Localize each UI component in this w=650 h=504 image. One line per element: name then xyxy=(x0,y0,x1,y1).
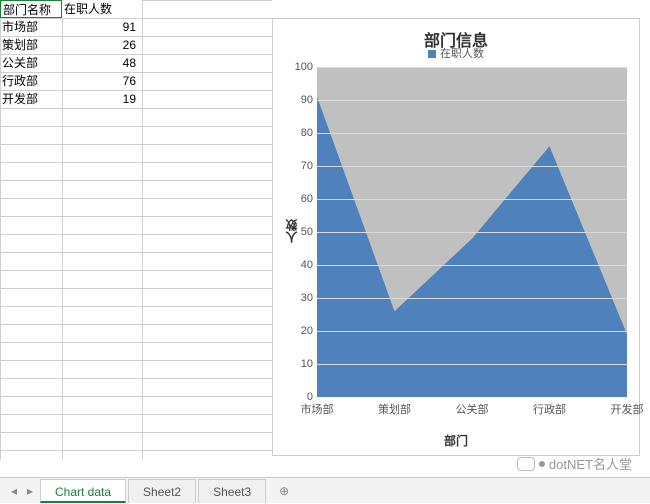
table-row[interactable]: 策划部26 xyxy=(0,36,142,54)
table-row[interactable]: 行政部76 xyxy=(0,72,142,90)
y-tick: 100 xyxy=(289,61,317,73)
table-row[interactable]: 开发部19 xyxy=(0,90,142,108)
x-tick: 开发部 xyxy=(611,401,644,417)
y-tick: 30 xyxy=(289,292,317,304)
x-tick: 公关部 xyxy=(456,401,489,417)
header-count[interactable]: 在职人数 xyxy=(62,0,142,18)
table-row[interactable]: 市场部91 xyxy=(0,18,142,36)
y-tick: 40 xyxy=(289,259,317,271)
cell-count[interactable]: 76 xyxy=(62,72,142,90)
y-tick: 90 xyxy=(289,94,317,106)
chart[interactable]: 部门信息 在职人数 人数 0102030405060708090100市场部策划… xyxy=(272,18,640,456)
y-tick: 50 xyxy=(289,226,317,238)
cell-count[interactable]: 19 xyxy=(62,90,142,108)
legend-swatch xyxy=(428,50,436,58)
cell-count[interactable]: 26 xyxy=(62,36,142,54)
data-cells: 部门名称 在职人数 市场部91策划部26公关部48行政部76开发部19 xyxy=(0,0,142,108)
chart-legend: 在职人数 xyxy=(273,45,639,67)
cell-count[interactable]: 91 xyxy=(62,18,142,36)
cell-dept[interactable]: 行政部 xyxy=(0,72,62,90)
plot-area: 0102030405060708090100市场部策划部公关部行政部开发部 xyxy=(317,67,627,397)
sheet-tab[interactable]: Chart data xyxy=(40,479,126,503)
x-tick: 行政部 xyxy=(533,401,566,417)
y-tick: 10 xyxy=(289,358,317,370)
x-tick: 市场部 xyxy=(301,401,334,417)
chart-title: 部门信息 xyxy=(273,19,639,45)
tab-nav: ◂ ▸ xyxy=(6,481,38,501)
sheet-tab[interactable]: Sheet3 xyxy=(198,479,266,503)
wechat-icon xyxy=(517,457,535,471)
sheet-tabs: ◂ ▸ Chart dataSheet2Sheet3 ⊕ xyxy=(0,477,650,503)
x-axis-label: 部门 xyxy=(273,432,639,449)
watermark: dotNET名人堂 xyxy=(517,454,632,473)
cell-dept[interactable]: 策划部 xyxy=(0,36,62,54)
tab-add-button[interactable]: ⊕ xyxy=(272,479,296,503)
x-tick: 策划部 xyxy=(378,401,411,417)
y-tick: 80 xyxy=(289,127,317,139)
cell-dept[interactable]: 公关部 xyxy=(0,54,62,72)
cell-count[interactable]: 48 xyxy=(62,54,142,72)
tab-next-icon[interactable]: ▸ xyxy=(22,481,38,501)
cell-dept[interactable]: 市场部 xyxy=(0,18,62,36)
legend-label: 在职人数 xyxy=(440,48,484,60)
sheet-tab[interactable]: Sheet2 xyxy=(128,479,196,503)
y-tick: 70 xyxy=(289,160,317,172)
tab-prev-icon[interactable]: ◂ xyxy=(6,481,22,501)
tab-list: Chart dataSheet2Sheet3 xyxy=(38,479,266,503)
header-dept[interactable]: 部门名称 xyxy=(0,0,62,18)
cell-dept[interactable]: 开发部 xyxy=(0,90,62,108)
y-tick: 60 xyxy=(289,193,317,205)
y-tick: 20 xyxy=(289,325,317,337)
table-row[interactable]: 公关部48 xyxy=(0,54,142,72)
